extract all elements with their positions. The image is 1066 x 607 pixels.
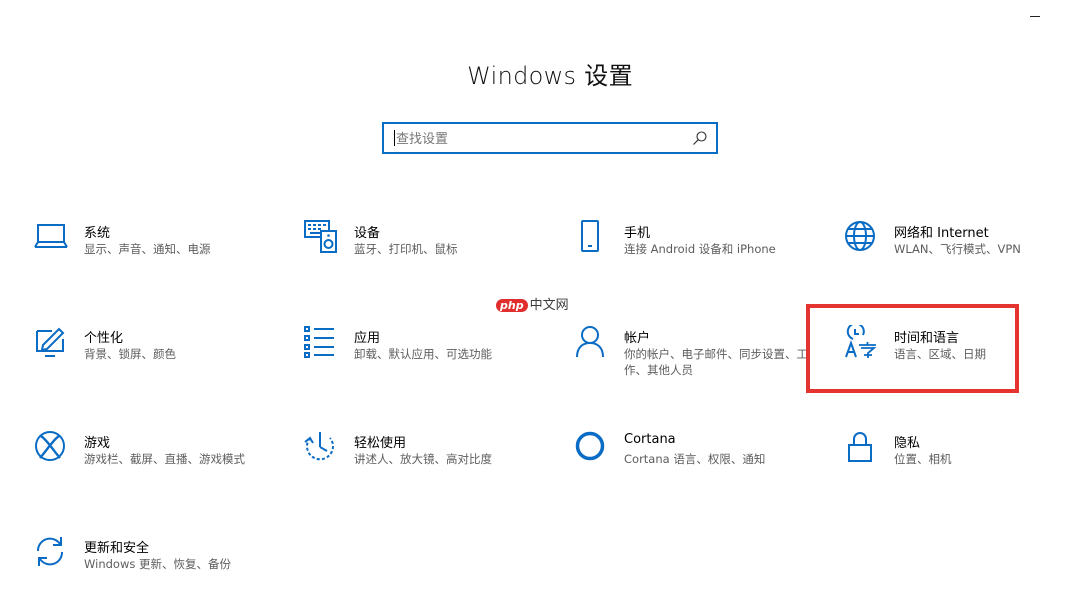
watermark: php 中文网 <box>496 294 569 313</box>
tile-accounts[interactable]: 帐户 你的帐户、电子邮件、同步设置、工作、其他人员 <box>574 325 814 395</box>
tile-description: 背景、锁屏、颜色 <box>84 347 176 361</box>
watermark-logo: php <box>496 299 528 312</box>
tile-description: 卸载、默认应用、可选功能 <box>354 347 492 361</box>
page-title: Windows 设置 <box>467 62 633 90</box>
tile-description: 讲述人、放大镜、高对比度 <box>354 452 492 466</box>
tile-privacy[interactable]: 隐私 位置、相机 <box>844 430 1066 500</box>
globe-icon <box>844 220 878 254</box>
tile-description: Cortana 语言、权限、通知 <box>624 452 766 466</box>
tile-name: Cortana <box>624 432 676 447</box>
lock-icon <box>844 430 878 464</box>
highlight-box <box>806 304 1019 393</box>
tile-name: 更新和安全 <box>84 541 150 556</box>
tile-system[interactable]: 系统 显示、声音、通知、电源 <box>34 220 274 290</box>
tile-phone[interactable]: 手机 连接 Android 设备和 iPhone <box>574 220 814 290</box>
settings-window: Windows 设置 系统 显示、声音、通知、电源 <box>0 0 1066 607</box>
xbox-icon <box>34 430 68 464</box>
update-sync-icon <box>34 535 68 569</box>
tile-name: 手机 <box>624 226 651 241</box>
tile-description: 蓝牙、打印机、鼠标 <box>354 242 458 256</box>
ease-of-access-icon <box>304 430 338 464</box>
tile-name: 应用 <box>354 331 381 346</box>
phone-icon <box>574 220 608 254</box>
tile-description: 游戏栏、截屏、直播、游戏模式 <box>84 452 245 466</box>
tile-apps[interactable]: 应用 卸载、默认应用、可选功能 <box>304 325 544 395</box>
tile-name: 网络和 Internet <box>894 226 989 241</box>
laptop-icon <box>34 220 68 254</box>
tile-name: 设备 <box>354 226 381 241</box>
tile-description: 连接 Android 设备和 iPhone <box>624 242 776 256</box>
search-box[interactable] <box>382 122 718 154</box>
tile-network[interactable]: 网络和 Internet WLAN、飞行模式、VPN <box>844 220 1066 290</box>
search-input[interactable] <box>394 129 688 149</box>
tile-cortana[interactable]: Cortana Cortana 语言、权限、通知 <box>574 430 814 500</box>
tile-description: 你的帐户、电子邮件、同步设置、工作、其他人员 <box>624 347 808 377</box>
tile-devices[interactable]: 设备 蓝牙、打印机、鼠标 <box>304 220 544 290</box>
tile-name: 个性化 <box>84 331 124 346</box>
tile-description: Windows 更新、恢复、备份 <box>84 557 231 571</box>
tile-personalization[interactable]: 个性化 背景、锁屏、颜色 <box>34 325 274 395</box>
keyboard-devices-icon <box>304 220 338 254</box>
person-icon <box>574 325 608 359</box>
minimize-button[interactable] <box>1030 8 1042 20</box>
tile-gaming[interactable]: 游戏 游戏栏、截屏、直播、游戏模式 <box>34 430 274 500</box>
tile-update-security[interactable]: 更新和安全 Windows 更新、恢复、备份 <box>34 535 274 605</box>
tile-description: WLAN、飞行模式、VPN <box>894 242 1021 256</box>
personalization-icon <box>34 325 68 359</box>
apps-list-icon <box>304 325 338 359</box>
tile-description: 显示、声音、通知、电源 <box>84 242 211 256</box>
tile-name: 帐户 <box>624 331 651 346</box>
watermark-text: 中文网 <box>529 298 569 313</box>
tile-name: 系统 <box>84 226 111 241</box>
tile-name: 隐私 <box>894 436 921 451</box>
search-icon[interactable] <box>692 130 708 146</box>
cortana-icon <box>574 430 608 464</box>
tile-ease-of-access[interactable]: 轻松使用 讲述人、放大镜、高对比度 <box>304 430 544 500</box>
tile-description: 位置、相机 <box>894 452 952 466</box>
tile-name: 轻松使用 <box>354 436 407 451</box>
tile-name: 游戏 <box>84 436 111 451</box>
